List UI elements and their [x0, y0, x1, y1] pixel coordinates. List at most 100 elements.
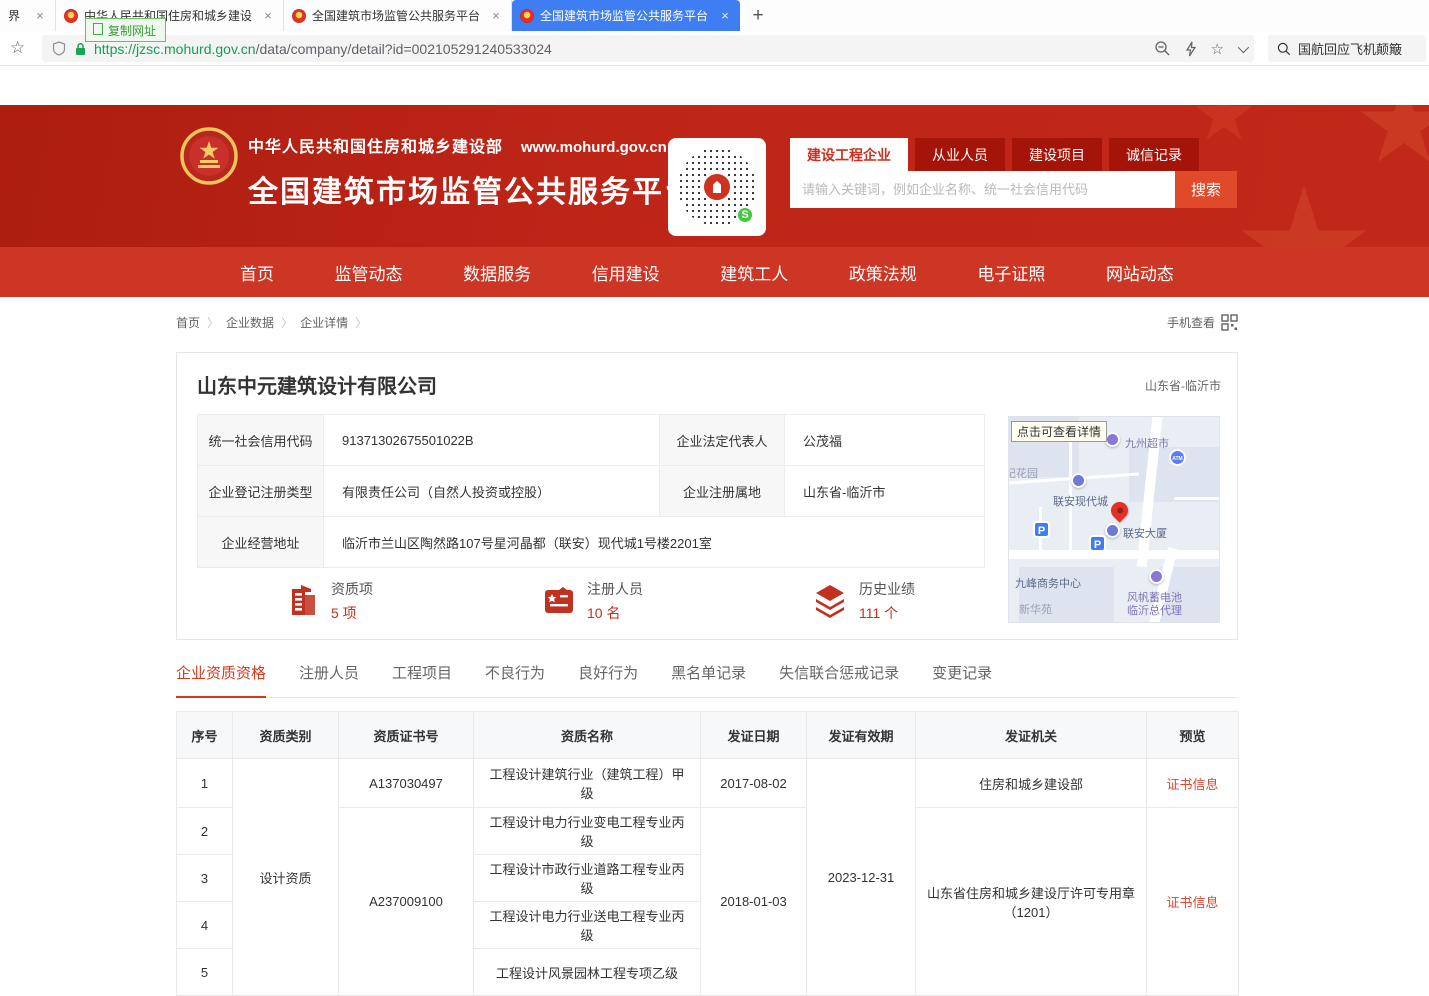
shield-icon[interactable]: [52, 41, 66, 56]
search-tab-personnel[interactable]: 从业人员: [915, 138, 1005, 171]
close-icon[interactable]: ×: [261, 8, 275, 23]
stat-label: 资质项: [331, 579, 373, 599]
zoom-out-icon[interactable]: [1154, 40, 1171, 57]
breadcrumb-home[interactable]: 首页: [176, 314, 200, 331]
address-bar[interactable]: https://jzsc.mohurd.gov.cn /data/company…: [42, 35, 1254, 62]
stat-label: 历史业绩: [859, 579, 915, 599]
copy-url-label: 复制网址: [108, 22, 156, 39]
nav-item-supervision[interactable]: 监管动态: [335, 260, 403, 285]
search-button[interactable]: 搜索: [1175, 171, 1237, 208]
poi-marker-icon: [1149, 569, 1164, 584]
cell-authority: 山东省住房和城乡建设厅许可专用章（1201）: [916, 808, 1147, 996]
favorite-star-icon[interactable]: ☆: [1211, 40, 1224, 58]
search-tab-enterprise[interactable]: 建设工程企业: [790, 138, 908, 171]
cell-qual-name: 工程设计建筑行业（建筑工程）甲级: [474, 759, 701, 808]
cell-qual-name: 工程设计市政行业道路工程专业丙级: [474, 855, 701, 902]
nav-item-credit[interactable]: 信用建设: [592, 260, 660, 285]
close-icon[interactable]: ×: [33, 8, 47, 23]
tab-qualifications[interactable]: 企业资质资格: [176, 662, 266, 698]
table-row: 1 设计资质 A137030497 工程设计建筑行业（建筑工程）甲级 2017-…: [177, 759, 1239, 808]
national-emblem-icon: [180, 127, 238, 185]
ministry-url: www.mohurd.gov.cn: [521, 139, 667, 156]
chevron-right-icon: 〉: [207, 314, 219, 331]
stat-registered-personnel[interactable]: 注册人员10 名: [541, 579, 643, 623]
qr-center-logo-icon: [702, 172, 732, 202]
poi-label: 九州超市: [1125, 435, 1169, 451]
tab-bad-behavior[interactable]: 不良行为: [485, 662, 545, 697]
certificate-info-link[interactable]: 证书信息: [1166, 895, 1218, 910]
cell-no: 3: [177, 855, 233, 902]
search-tab-credit[interactable]: 诚信记录: [1109, 138, 1199, 171]
poi-label: 联安现代城: [1053, 493, 1108, 509]
poi-marker-icon: [1105, 432, 1120, 447]
close-icon[interactable]: ×: [718, 8, 732, 23]
mobile-view-label: 手机查看: [1167, 314, 1215, 331]
nav-item-policy[interactable]: 政策法规: [849, 260, 917, 285]
search-tab-project[interactable]: 建设项目: [1012, 138, 1102, 171]
nav-item-home[interactable]: 首页: [240, 260, 274, 285]
close-icon[interactable]: ×: [489, 8, 503, 23]
col-header: 资质证书号: [339, 712, 474, 759]
tab-projects[interactable]: 工程项目: [392, 662, 452, 697]
qr-code-small-icon: [1221, 314, 1238, 331]
stat-value: 111 个: [859, 603, 915, 623]
search-category-tabs: 建设工程企业 从业人员 建设项目 诚信记录: [790, 138, 1237, 171]
address-bar-actions: ☆: [1154, 40, 1246, 58]
mobile-view-button[interactable]: 手机查看: [1167, 314, 1238, 331]
keyword-search-input[interactable]: [790, 171, 1175, 208]
copy-url-tooltip[interactable]: 复制网址: [85, 18, 166, 42]
breadcrumb-company-data[interactable]: 企业数据: [226, 314, 274, 331]
poi-label: 新华苑: [1019, 601, 1052, 617]
stat-historical-performance[interactable]: 历史业绩 111 个: [811, 579, 915, 623]
poi-marker-icon: [1071, 473, 1086, 488]
new-tab-button[interactable]: +: [740, 0, 776, 31]
page: 界 × 中华人民共和国住房和城乡建设 × 全国建筑市场监管公共服务平台 × 全国…: [0, 0, 1429, 996]
stat-value: 5 项: [331, 603, 373, 623]
chevron-right-icon: 〉: [355, 314, 367, 331]
tab-blacklist[interactable]: 黑名单记录: [671, 662, 746, 697]
bookmark-star-icon[interactable]: ☆: [10, 38, 25, 58]
stat-qualifications[interactable]: 资质项 5 项: [285, 579, 373, 623]
company-info-table: 统一社会信用代码 91371302675501022B 企业法定代表人 公茂福 …: [197, 414, 985, 568]
browser-tab-jzsc-1[interactable]: 全国建筑市场监管公共服务平台 ×: [284, 0, 512, 31]
chevron-down-icon[interactable]: [1238, 41, 1249, 52]
col-header: 资质名称: [474, 712, 701, 759]
flag-star-decoration: [1239, 185, 1369, 247]
primary-nav: 首页 监管动态 数据服务 信用建设 建筑工人 政策法规 电子证照 网站动态: [0, 247, 1429, 297]
browser-tab-stub[interactable]: 界 ×: [0, 0, 56, 31]
location-map[interactable]: 点击可查看详情 九州超市 ATM 纪花园 联安现代城 联安大厦 P P 九峰商务…: [1008, 416, 1220, 623]
atm-marker-icon: ATM: [1169, 449, 1186, 466]
nav-item-data-service[interactable]: 数据服务: [463, 260, 531, 285]
tab-good-behavior[interactable]: 良好行为: [578, 662, 638, 697]
browser-tab-jzsc-active[interactable]: 全国建筑市场监管公共服务平台 ×: [512, 0, 740, 31]
parking-icon: P: [1033, 521, 1050, 538]
header-search-module: 建设工程企业 从业人员 建设项目 诚信记录 搜索: [790, 138, 1237, 208]
company-panel: 山东中元建筑设计有限公司 山东省-临沂市 统一社会信用代码 9137130267…: [176, 352, 1238, 640]
nav-item-site-news[interactable]: 网站动态: [1106, 260, 1174, 285]
map-tooltip: 点击可查看详情: [1011, 421, 1107, 442]
nav-item-e-license[interactable]: 电子证照: [977, 260, 1045, 285]
cell-authority: 住房和城乡建设部: [916, 759, 1147, 808]
cell-no: 4: [177, 902, 233, 949]
col-header: 发证有效期: [807, 712, 916, 759]
qr-code-card: S: [668, 138, 766, 236]
field-label: 统一社会信用代码: [198, 415, 324, 466]
hot-search-box[interactable]: 国航回应飞机颠簸: [1268, 35, 1426, 62]
nav-item-workers[interactable]: 建筑工人: [720, 260, 788, 285]
breadcrumb-company-detail[interactable]: 企业详情: [300, 314, 348, 331]
browser-tabstrip: 界 × 中华人民共和国住房和城乡建设 × 全国建筑市场监管公共服务平台 × 全国…: [0, 0, 1429, 31]
company-location-pin-icon[interactable]: [1107, 498, 1131, 522]
tab-title: 全国建筑市场监管公共服务平台: [312, 7, 483, 24]
stat-value: 10 名: [587, 603, 643, 623]
tab-registered-personnel[interactable]: 注册人员: [299, 662, 359, 697]
lightning-icon[interactable]: [1185, 41, 1197, 57]
field-label: 企业法定代表人: [660, 415, 785, 466]
site-header: 中华人民共和国住房和城乡建设部www.mohurd.gov.cn 全国建筑市场监…: [0, 105, 1429, 247]
tab-change-records[interactable]: 变更记录: [932, 662, 992, 697]
field-label: 企业经营地址: [198, 517, 324, 568]
tab-dishonesty-records[interactable]: 失信联合惩戒记录: [779, 662, 899, 697]
credit-code-value: 91371302675501022B: [324, 415, 660, 466]
certificate-info-link[interactable]: 证书信息: [1166, 777, 1218, 792]
site-favicon-icon: [520, 9, 534, 23]
col-header: 发证日期: [701, 712, 807, 759]
